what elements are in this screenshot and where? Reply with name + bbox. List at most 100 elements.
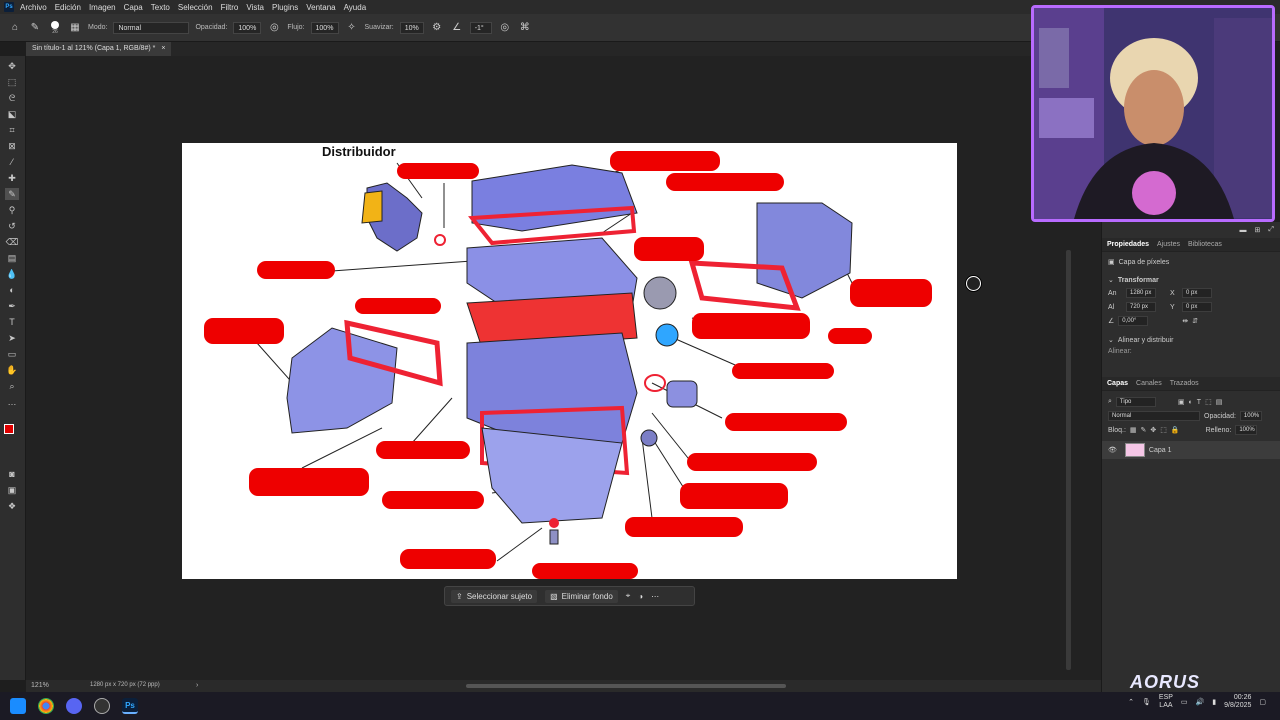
menu-filtro[interactable]: Filtro	[221, 3, 239, 12]
home-icon[interactable]: ⌂	[8, 21, 22, 35]
fill-input[interactable]: 100%	[1235, 425, 1258, 435]
zoom-level[interactable]: 121%	[31, 682, 49, 689]
tab-adjustments[interactable]: Ajustes	[1157, 241, 1180, 248]
transform-section[interactable]: ⌄ Transformar	[1102, 274, 1280, 286]
height-input[interactable]: 720 px	[1126, 302, 1156, 312]
pressure-opacity-icon[interactable]: ◎	[267, 21, 281, 35]
zoom-tool-icon[interactable]: ⌕	[5, 380, 19, 392]
blend-mode-select[interactable]: Normal	[1108, 411, 1200, 421]
filter-adjust-icon[interactable]: ◐	[1189, 399, 1193, 406]
pressure-size-icon[interactable]: ◎	[498, 21, 512, 35]
flow-input[interactable]: 100%	[310, 21, 339, 34]
network-icon[interactable]: ▭	[1181, 698, 1188, 706]
filter-smart-icon[interactable]: ▤	[1216, 398, 1223, 406]
pen-tool-icon[interactable]: ✒	[5, 300, 19, 312]
airbrush-icon[interactable]: ✧	[345, 21, 359, 35]
eraser-tool-icon[interactable]: ⌫	[5, 236, 19, 248]
quick-mask-icon[interactable]: ◙	[5, 468, 19, 480]
horizontal-scrollbar[interactable]	[466, 684, 786, 688]
more-tools-icon[interactable]: …	[5, 396, 19, 408]
gradient-tool-icon[interactable]: ▤	[5, 252, 19, 264]
lock-pixels-icon[interactable]: ✎	[1141, 426, 1147, 434]
eyedropper-tool-icon[interactable]: ⁄	[5, 156, 19, 168]
crop-tool-icon[interactable]: ⌗	[5, 124, 19, 136]
move-tool-icon[interactable]: ✥	[5, 60, 19, 72]
tab-paths[interactable]: Trazados	[1170, 380, 1199, 387]
microphone-icon[interactable]: 🎙	[1142, 698, 1151, 706]
language-indicator[interactable]: ESP LAA	[1159, 694, 1173, 710]
filter-shape-icon[interactable]: ⬚	[1205, 398, 1212, 406]
align-section[interactable]: ⌄ Alinear y distribuir	[1102, 334, 1280, 346]
stamp-tool-icon[interactable]: ⚲	[5, 204, 19, 216]
layer-row[interactable]: 👁 Capa 1	[1102, 441, 1280, 459]
photoshop-taskbar-icon[interactable]: Ps	[122, 698, 138, 714]
filter-type-icon[interactable]: T	[1197, 399, 1201, 406]
menu-ventana[interactable]: Ventana	[306, 3, 335, 12]
menu-capa[interactable]: Capa	[124, 3, 143, 12]
volume-icon[interactable]: 🔊	[1196, 698, 1205, 706]
marquee-tool-icon[interactable]: ⬚	[5, 76, 19, 88]
vertical-scrollbar[interactable]	[1066, 250, 1071, 670]
width-input[interactable]: 1280 px	[1126, 288, 1156, 298]
chrome-icon[interactable]	[38, 698, 54, 714]
screen-mode-icon[interactable]: ▣	[5, 484, 19, 496]
menu-archivo[interactable]: Archivo	[20, 3, 47, 12]
hand-tool-icon[interactable]: ✋	[5, 364, 19, 376]
adjust-icon[interactable]: ◑	[638, 592, 643, 601]
obs-icon[interactable]	[94, 698, 110, 714]
clock[interactable]: 00:26 9/8/2025	[1224, 694, 1251, 710]
smoothing-input[interactable]: 10%	[399, 21, 424, 34]
lock-all-icon[interactable]: 🔒	[1171, 426, 1180, 434]
lock-position-icon[interactable]: ✥	[1150, 426, 1156, 434]
notification-icon[interactable]: ▢	[1259, 698, 1266, 706]
brush-tool-icon-active[interactable]: ✎	[5, 188, 19, 200]
menu-ayuda[interactable]: Ayuda	[344, 3, 367, 12]
brush-tool-icon[interactable]: ✎	[28, 21, 42, 35]
menu-edicion[interactable]: Edición	[55, 3, 81, 12]
document-canvas[interactable]: Distribuidor	[182, 143, 957, 579]
healing-tool-icon[interactable]: ✚	[5, 172, 19, 184]
blur-tool-icon[interactable]: 💧	[5, 268, 19, 280]
history-brush-icon[interactable]: ↺	[5, 220, 19, 232]
visibility-eye-icon[interactable]: 👁	[1108, 446, 1117, 454]
flip-vertical-icon[interactable]: ⇵	[1192, 317, 1198, 325]
close-icon[interactable]: ×	[161, 45, 165, 53]
y-input[interactable]: 0 px	[1182, 302, 1212, 312]
object-select-tool-icon[interactable]: ⬕	[5, 108, 19, 120]
layer-filter-select[interactable]: Tipo	[1115, 397, 1156, 407]
mode-select[interactable]: Normal	[113, 21, 190, 34]
menu-texto[interactable]: Texto	[151, 3, 170, 12]
rectangle-tool-icon[interactable]: ▭	[5, 348, 19, 360]
type-tool-icon[interactable]: T	[5, 316, 19, 328]
opacity-input[interactable]: 100%	[233, 21, 262, 34]
flip-horizontal-icon[interactable]: ⇹	[1182, 317, 1188, 325]
layer-name[interactable]: Capa 1	[1149, 447, 1172, 454]
filter-pixel-icon[interactable]: ▣	[1178, 398, 1185, 406]
gear-icon[interactable]: ⚙	[430, 21, 444, 35]
battery-icon[interactable]: ▮	[1212, 698, 1216, 706]
layer-opacity-input[interactable]: 100%	[1239, 411, 1262, 421]
generative-icon[interactable]: ❖	[5, 500, 19, 512]
foreground-color-swatch[interactable]	[4, 424, 14, 434]
brush-settings-icon[interactable]: ▦	[68, 21, 82, 35]
menu-imagen[interactable]: Imagen	[89, 3, 116, 12]
lock-transparent-icon[interactable]: ▦	[1130, 426, 1137, 434]
menu-vista[interactable]: Vista	[246, 3, 264, 12]
discord-icon[interactable]	[66, 698, 82, 714]
new-panel-icon[interactable]: ⊞	[1255, 226, 1261, 234]
select-subject-button[interactable]: ⇪ Seleccionar sujeto	[451, 589, 538, 603]
tab-layers[interactable]: Capas	[1107, 380, 1128, 387]
tab-channels[interactable]: Canales	[1136, 380, 1162, 387]
lock-artboard-icon[interactable]: ⬚	[1160, 426, 1167, 434]
expand-icon[interactable]: ⤢	[1268, 226, 1274, 234]
x-input[interactable]: 0 px	[1182, 288, 1212, 298]
path-select-icon[interactable]: ➤	[5, 332, 19, 344]
transform-icon[interactable]: ⌖	[626, 591, 631, 601]
windows-start-icon[interactable]	[10, 698, 26, 714]
remove-background-button[interactable]: ▧ Eliminar fondo	[545, 589, 618, 603]
angle-input[interactable]: 0,00°	[1118, 316, 1149, 326]
menu-seleccion[interactable]: Selección	[178, 3, 213, 12]
more-options-icon[interactable]: ⋯	[651, 592, 659, 601]
lasso-tool-icon[interactable]: ᘓ	[5, 92, 19, 104]
chevron-right-icon[interactable]: ›	[196, 682, 198, 689]
